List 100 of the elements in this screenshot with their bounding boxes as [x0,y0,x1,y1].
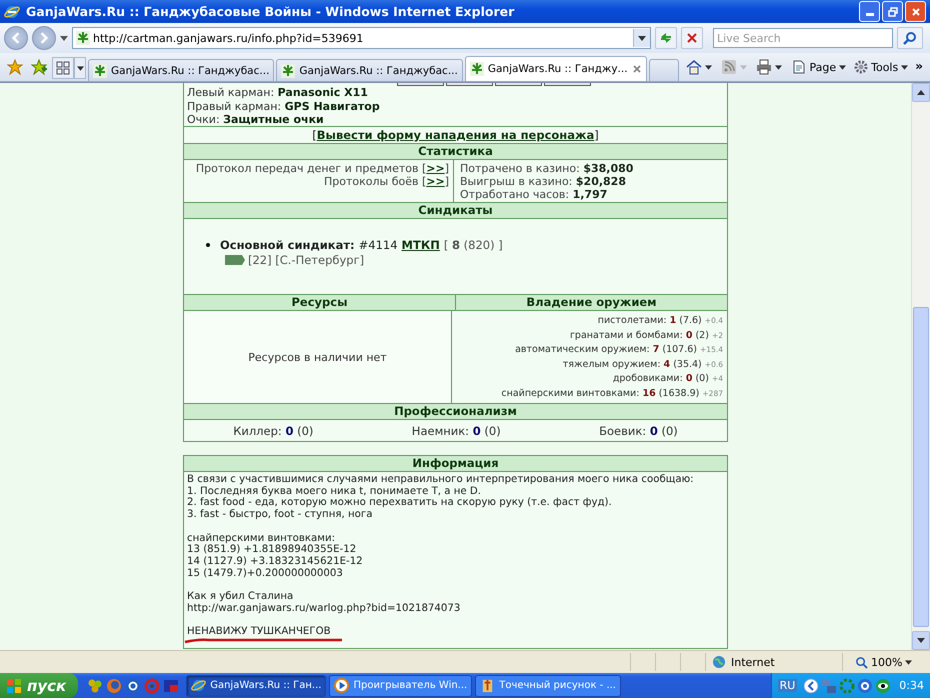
caret-icon [638,36,646,40]
browser-logo-icon [191,678,206,693]
search-button[interactable] [897,27,923,49]
close-button[interactable] [905,1,926,22]
caret-icon [901,64,908,70]
protocol-label: Протокол передач денег и предметов [ [196,162,426,175]
scroll-up-icon[interactable] [917,90,925,95]
dropdown-caret-icon[interactable] [705,64,712,70]
zoom-button[interactable]: 100% [842,653,930,671]
url-field[interactable]: http://cartman.ganjawars.ru/info.php?id=539691 [93,32,630,44]
info-text-line: 13 (851.9) +1.81898940355E-12 [187,544,358,556]
section-header: Ресурсы [184,295,455,311]
section-header: Синдикаты [184,203,727,219]
syndicate-badge-icon [225,255,245,265]
start-button[interactable]: пуск [0,673,78,698]
profession-stat: Киллер: 0 (0) [233,424,314,438]
security-zone: Internet [705,653,842,671]
caret-icon [839,64,846,70]
info-text-line: В связи с участившимися случаями неправильного интерпретирования моего ника сообщаю: [187,474,695,486]
stat-line: Потрачено в казино: $38,080 [460,162,634,175]
restore-button[interactable] [882,1,903,22]
show-hidden-icons-button[interactable] [803,678,820,694]
bracket: ] [594,128,599,142]
info-text-line: http://war.ganjawars.ru/warlog.php?bid=1021874073 [187,602,462,614]
info-text-line: 1. Последняя буква моего ника t, понимаете T, а не D. [187,486,482,497]
stat-line: Выигрыш в казино: $20,828 [460,175,627,188]
eye-icon[interactable] [875,678,892,694]
equipment-line: Левый карман: Panasonic X11 [187,86,369,100]
info-text-line: 2. fast food - еда, которую можно перехватить на скорую руку (т.е. фаст фуд). [187,497,613,509]
syndicate-info: [22] [С.-Петербург] [248,253,364,267]
bracket: ] [444,162,449,175]
attack-form-link[interactable]: Вывести форму нападения на персонажа [316,128,594,142]
bullet-icon [206,243,210,247]
info-text-line: Как я убил Сталина [187,591,294,603]
taskbar-button[interactable]: GanjaWars.Ru :: Ган... [186,674,326,696]
info-text-line: снайперскими винтовками: [187,532,336,544]
protocol-link[interactable]: >> [426,162,445,175]
tools-menu[interactable]: Tools [850,60,912,74]
gear-icon [854,60,868,74]
refresh-icon [659,31,673,45]
more-commands-button[interactable]: » [912,59,926,73]
bracket: ] [444,175,449,188]
quick-launch-icon[interactable] [125,678,142,694]
section-header: Статистика [184,144,727,160]
back-button[interactable] [4,26,28,50]
section-header: Информация [184,456,727,472]
address-dropdown-button[interactable] [633,29,650,47]
browser-tab[interactable]: GanjaWars.Ru :: Ганджубас... [276,59,463,81]
vertical-scrollbar[interactable] [911,83,930,650]
stat-line: Отработано часов: 1,797 [460,188,608,201]
minimize-icon [866,13,874,16]
page-icon [792,60,806,74]
caret-icon [76,66,84,70]
home-icon[interactable] [686,59,702,75]
tab-list-button[interactable] [74,57,86,79]
resources-text: Ресурсов в наличии нет [248,350,387,364]
minimize-button[interactable] [859,1,880,22]
print-icon[interactable] [756,59,772,75]
refresh-button[interactable] [655,27,677,49]
browser-tab[interactable]: GanjaWars.Ru :: Ганджу... [464,56,647,81]
dropdown-caret-icon[interactable] [775,64,782,70]
site-leaf-icon [281,64,296,78]
magnifier-icon [855,656,868,668]
add-favorite-icon[interactable] [31,59,47,75]
equipment-line: Очки: Защитные очки [187,113,325,126]
forward-button[interactable] [32,26,56,50]
quick-launch-icon[interactable] [87,678,104,694]
info-text-line: 15 (1479.7)+0.200000000003 [187,568,344,580]
window-title: GanjaWars.Ru :: Ганджубасовые Войны - Windows Internet Explorer [26,4,514,19]
site-leaf-icon [93,64,107,78]
page-menu[interactable]: Page [788,60,850,74]
tab-close-icon[interactable] [632,64,642,74]
syndicate-rank: [ 8 (820) ] [444,238,503,252]
browser-tab[interactable]: GanjaWars.Ru :: Ганджубас... [88,59,274,81]
stop-icon [685,31,699,45]
info-text-line: 3. fast - быстро, foot - ступня, нога [187,509,374,521]
clock: 0:34 [899,679,924,692]
syndicate-link[interactable]: МТКП [402,238,440,252]
protocol-link[interactable]: >> [426,175,445,188]
site-leaf-icon [470,62,484,76]
section-header: Профессионализм [184,404,727,420]
search-icon [903,31,917,45]
globe-icon [712,655,726,669]
stop-button[interactable] [681,27,703,49]
grid-icon [56,61,70,75]
scroll-down-icon[interactable] [917,638,925,643]
language-indicator[interactable]: RU [778,679,798,692]
feed-icon[interactable] [721,59,738,75]
bracket: [ [312,128,317,142]
dropdown-caret-icon[interactable] [60,36,68,40]
windows-logo-icon [6,678,22,694]
favorites-star-icon[interactable] [7,59,23,75]
quick-tabs-button[interactable] [52,57,74,79]
play-icon [334,678,350,693]
profession-stat: Наемник: 0 (0) [412,424,501,438]
search-field[interactable]: Live Search [713,28,893,48]
taskbar-button[interactable]: Проигрыватель Win... [329,674,472,696]
address-bar[interactable]: http://cartman.ganjawars.ru/info.php?id=539691 [72,27,651,49]
taskbar-button[interactable]: Точечный рисунок - ... [475,674,621,696]
syndicate-label: Основной синдикат: [220,238,355,252]
